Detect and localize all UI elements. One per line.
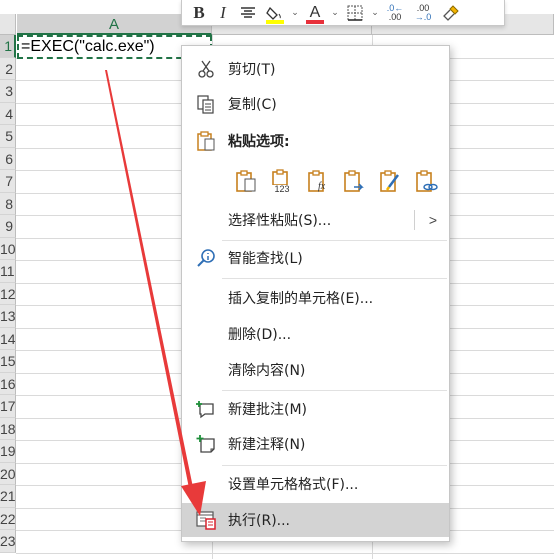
- row-header-8[interactable]: 8: [0, 192, 16, 215]
- menu-label-paste-special: 选择性粘贴(S)...: [228, 213, 332, 229]
- copy-icon: [195, 94, 217, 114]
- paste-option-formatting[interactable]: [372, 164, 408, 198]
- menu-item-execute[interactable]: 执行(R)...: [182, 503, 449, 537]
- paste-options-row: 123 fx: [228, 164, 444, 200]
- chevron-right-icon: >: [428, 212, 437, 228]
- menu-separator: [222, 278, 447, 279]
- clipboard-icon: [195, 131, 217, 151]
- menu-label-delete: 删除(D)...: [228, 327, 292, 343]
- menu-item-cut[interactable]: 剪切(T): [182, 52, 449, 86]
- fill-bucket-icon: [266, 6, 281, 20]
- bold-button[interactable]: B: [188, 2, 210, 24]
- paste-icon: [236, 170, 256, 192]
- paste-formatting-icon: [380, 170, 399, 192]
- row-header-16[interactable]: 16: [0, 372, 16, 395]
- menu-item-format-cells[interactable]: 设置单元格格式(F)...: [182, 467, 449, 501]
- row-header-11[interactable]: 11: [0, 260, 16, 283]
- row-header-5[interactable]: 5: [0, 125, 16, 148]
- row-header-21[interactable]: 21: [0, 485, 16, 508]
- row-header-6[interactable]: 6: [0, 147, 16, 170]
- new-comment-icon: [195, 399, 217, 419]
- row-header-17[interactable]: 17: [0, 395, 16, 418]
- menu-item-new-comment[interactable]: 新建批注(M): [182, 392, 449, 426]
- fill-color-strip: [266, 19, 284, 24]
- paste-values-icon: [272, 168, 288, 185]
- menu-item-smart-lookup[interactable]: 智能查找(L): [182, 241, 449, 275]
- paste-formulas-text: fx: [318, 181, 326, 192]
- menu-label-insert-copied-cells: 插入复制的单元格(E)...: [228, 291, 374, 307]
- submenu-divider: [414, 210, 415, 230]
- context-menu: 剪切(T) 复制(C) 粘贴选项: 123 fx 选择性粘贴(S)... > 智…: [181, 45, 450, 542]
- paste-option-link[interactable]: [408, 164, 444, 198]
- format-painter-button[interactable]: [438, 2, 464, 24]
- row-header-1[interactable]: 1: [0, 35, 16, 58]
- align-center-icon: [241, 6, 255, 18]
- increase-decimal-button[interactable]: .0← .00: [382, 2, 408, 24]
- row-header-12[interactable]: 12: [0, 282, 16, 305]
- paste-option-formulas[interactable]: fx: [300, 164, 336, 198]
- menu-item-copy[interactable]: 复制(C): [182, 87, 449, 121]
- paste-option-transpose[interactable]: [336, 164, 372, 198]
- menu-separator: [222, 390, 447, 391]
- row-header-20[interactable]: 20: [0, 462, 16, 485]
- fill-color-button[interactable]: [262, 2, 288, 24]
- font-color-dropdown[interactable]: ⌄: [330, 2, 340, 24]
- row-header-22[interactable]: 22: [0, 507, 16, 530]
- font-color-button[interactable]: A: [302, 2, 328, 24]
- paste-transpose-icon: [344, 170, 364, 192]
- font-color-icon: A: [309, 3, 321, 21]
- italic-button[interactable]: I: [212, 2, 234, 24]
- fill-color-dropdown[interactable]: ⌄: [290, 2, 300, 24]
- row-header-3[interactable]: 3: [0, 80, 16, 103]
- execute-icon: [195, 510, 217, 530]
- menu-label-copy: 复制(C): [228, 97, 277, 113]
- menu-separator: [222, 465, 447, 466]
- borders-icon: [347, 5, 363, 21]
- borders-dropdown[interactable]: ⌄: [370, 2, 380, 24]
- row-header-13[interactable]: 13: [0, 305, 16, 328]
- menu-label-smart-lookup: 智能查找(L): [228, 251, 303, 267]
- row-header-7[interactable]: 7: [0, 170, 16, 193]
- decrease-decimal-icon-bottom: →.0: [414, 11, 432, 22]
- row-header-14[interactable]: 14: [0, 327, 16, 350]
- menu-label-format-cells: 设置单元格格式(F)...: [228, 477, 359, 493]
- format-painter-icon: [443, 4, 459, 21]
- menu-label-paste-options: 粘贴选项:: [228, 134, 290, 150]
- select-all-corner[interactable]: [0, 14, 16, 35]
- menu-label-execute: 执行(R)...: [228, 513, 291, 529]
- row-header-15[interactable]: 15: [0, 350, 16, 373]
- row-header-10[interactable]: 10: [0, 237, 16, 260]
- menu-item-paste-options: 粘贴选项:: [182, 124, 449, 158]
- menu-item-clear-contents[interactable]: 清除内容(N): [182, 353, 449, 387]
- paste-values-text: 123: [274, 183, 290, 194]
- menu-label-new-comment: 新建批注(M): [228, 402, 308, 418]
- row-header-4[interactable]: 4: [0, 102, 16, 125]
- new-note-icon: [195, 434, 217, 454]
- grid-row-line: [16, 552, 554, 554]
- align-center-button[interactable]: [236, 2, 260, 24]
- menu-item-paste-special[interactable]: 选择性粘贴(S)... >: [182, 203, 449, 237]
- borders-button[interactable]: [342, 2, 368, 24]
- paste-option-values[interactable]: 123: [264, 164, 300, 198]
- paste-option-paste[interactable]: [228, 164, 264, 198]
- mini-toolbar: B I ⌄ A ⌄ ⌄ .0← .00 .00 →.0: [181, 0, 505, 26]
- row-header-9[interactable]: 9: [0, 215, 16, 238]
- menu-label-cut: 剪切(T): [228, 62, 276, 78]
- row-header-18[interactable]: 18: [0, 417, 16, 440]
- menu-label-new-note: 新建注释(N): [228, 437, 306, 453]
- row-header-19[interactable]: 19: [0, 440, 16, 463]
- scissors-icon: [195, 59, 217, 79]
- menu-item-new-note[interactable]: 新建注释(N): [182, 427, 449, 461]
- row-header-2[interactable]: 2: [0, 57, 16, 80]
- font-color-strip: [306, 19, 324, 24]
- menu-label-clear-contents: 清除内容(N): [228, 363, 306, 379]
- paste-link-icon: [416, 170, 438, 192]
- increase-decimal-icon-bottom: .00: [388, 11, 402, 22]
- menu-item-delete[interactable]: 删除(D)...: [182, 317, 449, 351]
- menu-item-insert-copied-cells[interactable]: 插入复制的单元格(E)...: [182, 281, 449, 315]
- decrease-decimal-button[interactable]: .00 →.0: [410, 2, 436, 24]
- search-lookup-icon: [195, 248, 217, 268]
- row-header-23[interactable]: 23: [0, 530, 16, 553]
